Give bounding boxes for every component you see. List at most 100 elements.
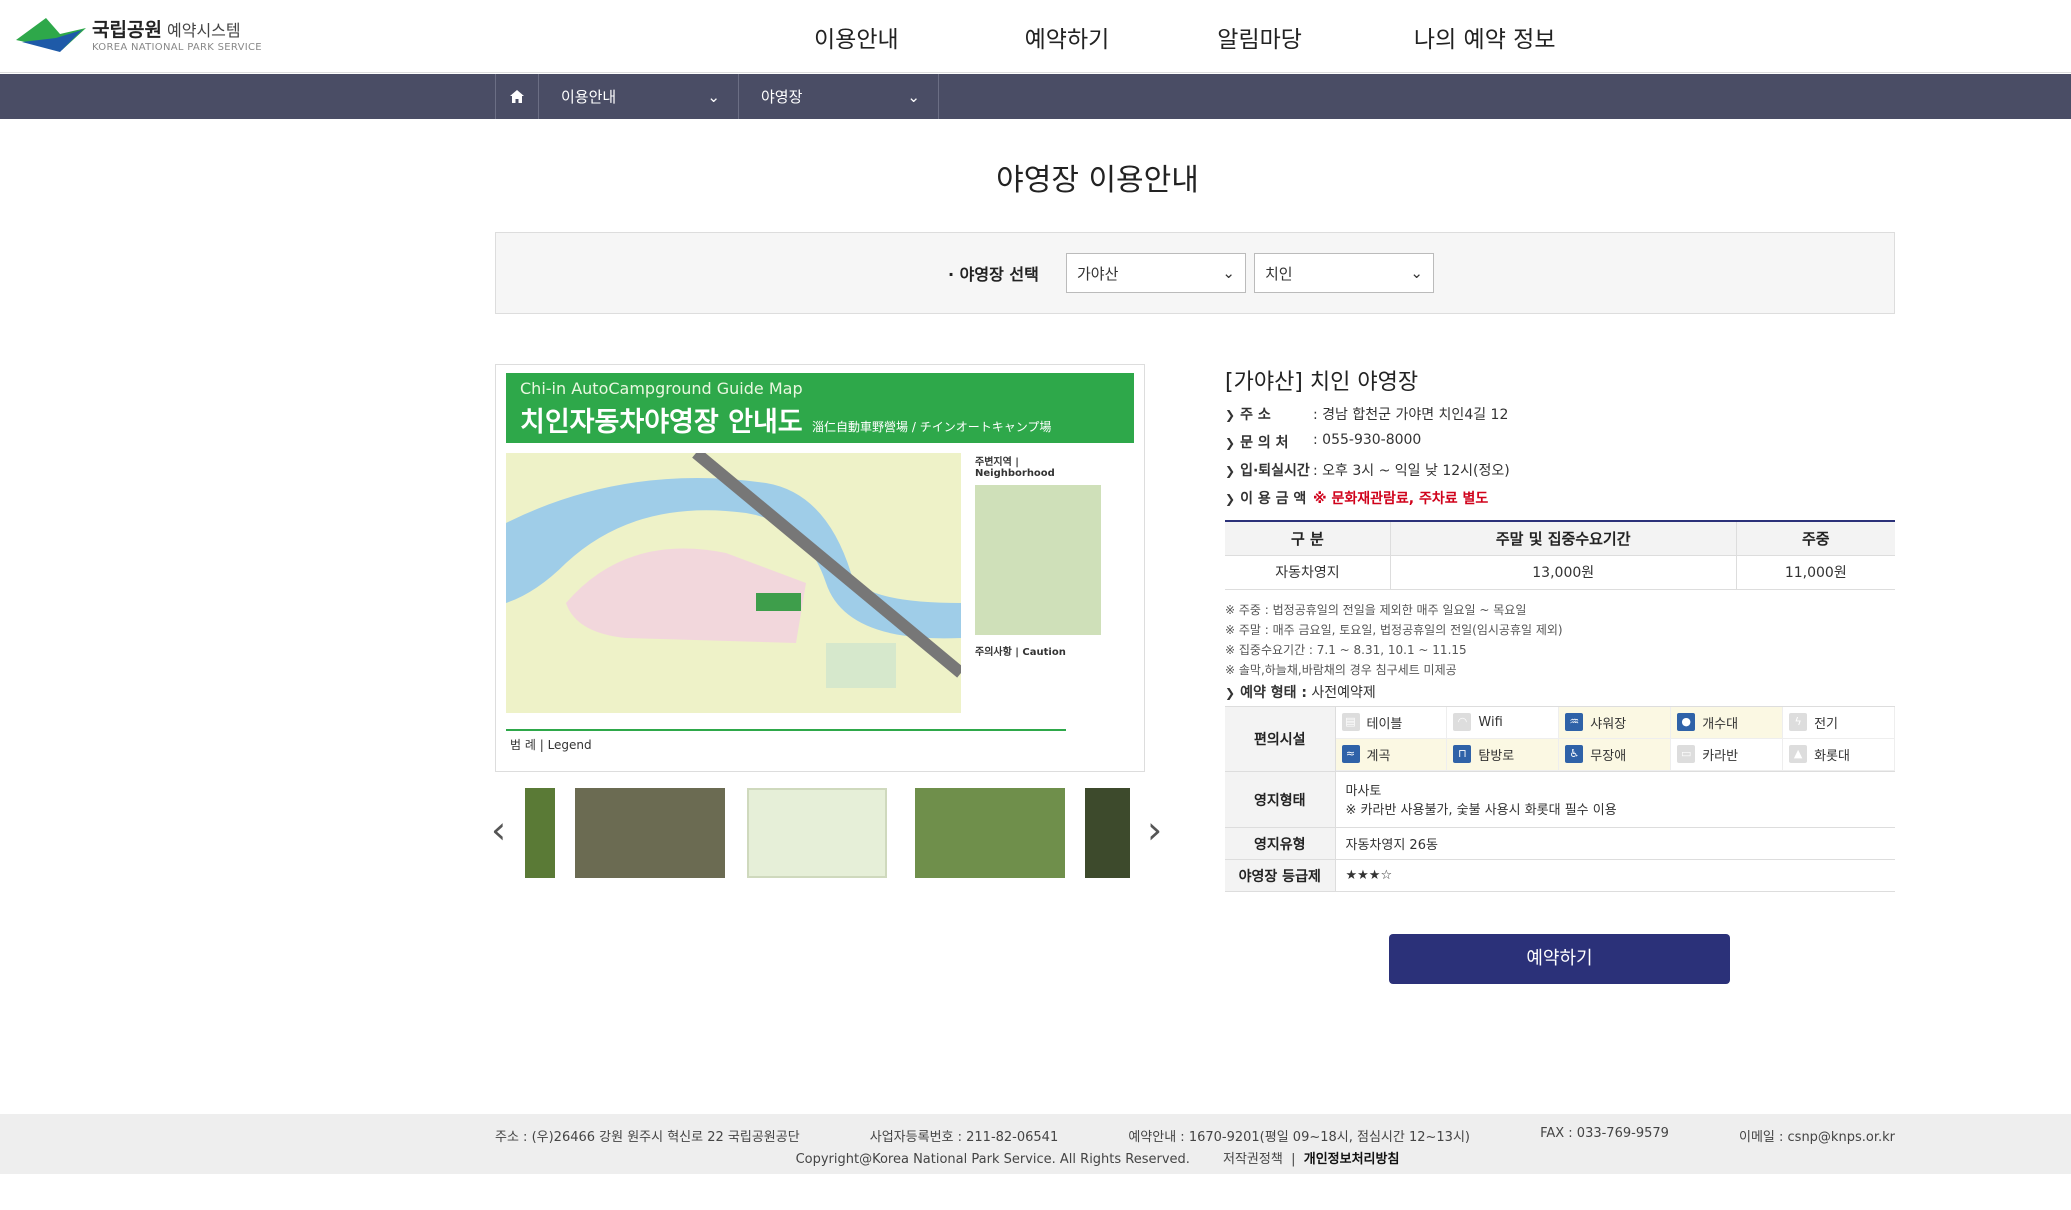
info-value: : 경남 합천군 가야면 치인4길 12 [1313, 407, 1509, 423]
home-button[interactable] [495, 74, 539, 119]
sub-navigation-bar: 이용안내 ⌄ 야영장 ⌄ [0, 74, 2071, 119]
map-illustration [506, 453, 961, 713]
site-type-note: ※ 카라반 사용불가, 숯불 사용시 화롯대 필수 이용 [1345, 803, 1617, 819]
note-line: ※ 주중 : 법정공휴일의 전일을 제외한 매주 일요일 ~ 목요일 [1225, 602, 1527, 617]
note-line: ※ 주말 : 매주 금요일, 토요일, 법정공휴일의 전일(임시공휴일 제외) [1225, 622, 1563, 637]
park-select[interactable]: 가야산 ⌄ [1066, 253, 1246, 293]
facility-wifi-item: ◠ Wifi [1447, 706, 1560, 739]
map-mini-terrain [975, 485, 1101, 635]
site-footer: 주소 : (우)26466 강원 원주시 혁신로 22 국립공원공단 사업자등록… [0, 1114, 2071, 1174]
map-side-neighborhood: 주변지역 | Neighborhood [975, 457, 1055, 479]
facility-name: 테이블 [1366, 716, 1403, 732]
footer-fax: FAX : 033-769-9579 [1540, 1126, 1669, 1141]
price-header: 구 분 [1225, 521, 1391, 556]
breadcrumb-label-1: 이용안내 [561, 88, 617, 106]
table-icon: ▤ [1341, 713, 1360, 731]
footer-copyright: Copyright@Korea National Park Service. A… [795, 1152, 1190, 1167]
site-header: 국립공원 예약시스템 KOREA NATIONAL PARK SERVICE 이… [0, 0, 2071, 73]
breadcrumb-label-2: 야영장 [761, 88, 803, 106]
park-select-value: 가야산 [1077, 264, 1119, 283]
nav-my-reservation[interactable]: 나의 예약 정보 [1414, 20, 1556, 54]
page-title: 야영장 이용안내 [996, 163, 1199, 198]
facility-name: 개수대 [1702, 716, 1739, 732]
chevron-down-icon: ⌄ [907, 87, 920, 106]
wifi-icon: ◠ [1453, 713, 1472, 731]
facility-name: 화롯대 [1814, 748, 1850, 764]
logo-english: KOREA NATIONAL PARK SERVICE [92, 42, 262, 53]
info-value: ※ 문화재관람료, 주차료 별도 [1313, 491, 1489, 507]
facility-trail-item: ⊓ 탐방로 [1447, 738, 1560, 771]
thumbnail-2[interactable] [575, 788, 725, 878]
facility-label: 편의시설 [1225, 706, 1336, 772]
facility-table: 편의시설 ▤ 테이블 ◠ Wifi ♒ 샤워장 ● 개수대 ϟ 전기 ≈ 계곡 ⊓ 탐방로 ♿… [1225, 705, 1895, 892]
facility-firepit-item: ▲ 화롯대 [1783, 738, 1895, 771]
price-cell: 11,000원 [1735, 555, 1895, 590]
chevron-down-icon: ⌄ [707, 87, 720, 106]
privacy-policy-link[interactable]: 개인정보처리방침 [1304, 1152, 1400, 1167]
facility-caravan-item: ▭ 카라반 [1671, 738, 1784, 771]
price-header: 주중 [1735, 521, 1895, 556]
signpost-icon: ⊓ [1453, 745, 1472, 763]
carousel-next-button[interactable]: › [1147, 808, 1162, 852]
footer-email: 이메일 : csnp@knps.or.kr [1739, 1130, 1895, 1145]
facility-valley-item: ≈ 계곡 [1335, 738, 1448, 771]
logo[interactable]: 국립공원 예약시스템 KOREA NATIONAL PARK SERVICE [16, 14, 262, 54]
reserve-button[interactable]: 예약하기 [1389, 934, 1730, 984]
thumbnail-3[interactable] [747, 788, 887, 878]
price-notes: ※ 주중 : 법정공휴일의 전일을 제외한 매주 일요일 ~ 목요일 ※ 주말 … [1225, 600, 1895, 680]
campsite-selector: · 야영장 선택 가야산 ⌄ 치인 ⌄ [495, 232, 1895, 314]
caravan-icon: ▭ [1677, 745, 1696, 763]
copyright-policy-link[interactable]: 저작권정책 [1223, 1152, 1283, 1167]
facility-name: 전기 [1814, 716, 1839, 732]
grade-stars: ★★★☆ [1335, 859, 1895, 892]
price-header: 주말 및 집중수요기간 [1389, 521, 1737, 556]
breadcrumb-dropdown-2[interactable]: 야영장 ⌄ [739, 74, 939, 119]
info-value: : 오후 3시 ~ 익일 낮 12시(정오) [1313, 463, 1510, 479]
shower-icon: ♒ [1565, 713, 1584, 731]
facility-shower-item: ♒ 샤워장 [1559, 706, 1672, 739]
info-key: 입·퇴실시간 [1225, 460, 1313, 480]
fire-icon: ▲ [1789, 745, 1808, 763]
thumbnail-5[interactable] [1085, 788, 1130, 878]
facility-electric-item: ϟ 전기 [1783, 706, 1895, 739]
reservation-type-label: 예약 형태 : [1225, 685, 1307, 701]
wheelchair-icon: ♿ [1565, 745, 1584, 763]
main-nav: 이용안내 예약하기 알림마당 나의 예약 정보 [800, 20, 1646, 54]
map-title-korean: 치인자동차야영장 안내도 [520, 407, 803, 438]
nav-usage-guide[interactable]: 이용안내 [814, 20, 899, 54]
site-select[interactable]: 치인 ⌄ [1254, 253, 1434, 293]
price-table: 구 분 주말 및 집중수요기간 주중 자동차영지 13,000원 11,000원 [1225, 520, 1895, 590]
facility-grid: ▤ 테이블 ◠ Wifi ♒ 샤워장 ● 개수대 ϟ 전기 ≈ 계곡 ⊓ 탐방로 ♿ 무장애 ▭… [1335, 706, 1895, 772]
info-address: 주 소: 경남 합천군 가야면 치인4길 12 [1225, 404, 1895, 424]
carousel-prev-button[interactable]: ‹ [491, 808, 506, 852]
breadcrumb-dropdown-1[interactable]: 이용안내 ⌄ [539, 74, 739, 119]
logo-main-text: 국립공원 [92, 19, 162, 41]
thumbnail-4[interactable] [915, 788, 1065, 878]
info-value: : 055-930-8000 [1313, 432, 1422, 448]
campground-map-image: Chi-in AutoCampground Guide Map 치인자동차야영장… [495, 364, 1145, 772]
reservation-type: 예약 형태 : 사전예약제 [1225, 682, 1895, 702]
campsite-title: [가야산] 치인 야영장 [1225, 370, 1419, 395]
stream-icon: ≈ [1341, 745, 1360, 763]
facility-accessible-item: ♿ 무장애 [1559, 738, 1672, 771]
facility-name: 무장애 [1590, 748, 1627, 764]
thumbnail-1[interactable] [525, 788, 555, 878]
footer-address: 주소 : (우)26466 강원 원주시 혁신로 22 국립공원공단 [495, 1130, 800, 1145]
water-drop-icon: ● [1677, 713, 1696, 731]
price-cell: 13,000원 [1389, 555, 1737, 590]
grade-label: 야영장 등급제 [1225, 859, 1336, 892]
site-kind-label: 영지유형 [1225, 827, 1336, 860]
info-price: 이 용 금 액※ 문화재관람료, 주차료 별도 [1225, 488, 1895, 508]
photo-carousel: ‹ › [491, 788, 1162, 878]
campsite-info: [가야산] 치인 야영장 주 소: 경남 합천군 가야면 치인4길 12 문 의… [1225, 364, 1895, 892]
map-title-english: Chi-in AutoCampground Guide Map [520, 379, 803, 398]
plug-icon: ϟ [1789, 713, 1808, 731]
map-side-caution: 주의사항 | Caution [975, 647, 1066, 658]
logo-sub-text: 예약시스템 [167, 21, 241, 40]
nav-notice[interactable]: 알림마당 [1217, 20, 1302, 54]
site-select-value: 치인 [1265, 264, 1293, 283]
facility-name: 카라반 [1702, 748, 1739, 764]
info-checkin: 입·퇴실시간: 오후 3시 ~ 익일 낮 12시(정오) [1225, 460, 1895, 480]
note-line: ※ 집중수요기간 : 7.1 ~ 8.31, 10.1 ~ 11.15 [1225, 642, 1467, 657]
nav-reservation[interactable]: 예약하기 [1025, 20, 1110, 54]
